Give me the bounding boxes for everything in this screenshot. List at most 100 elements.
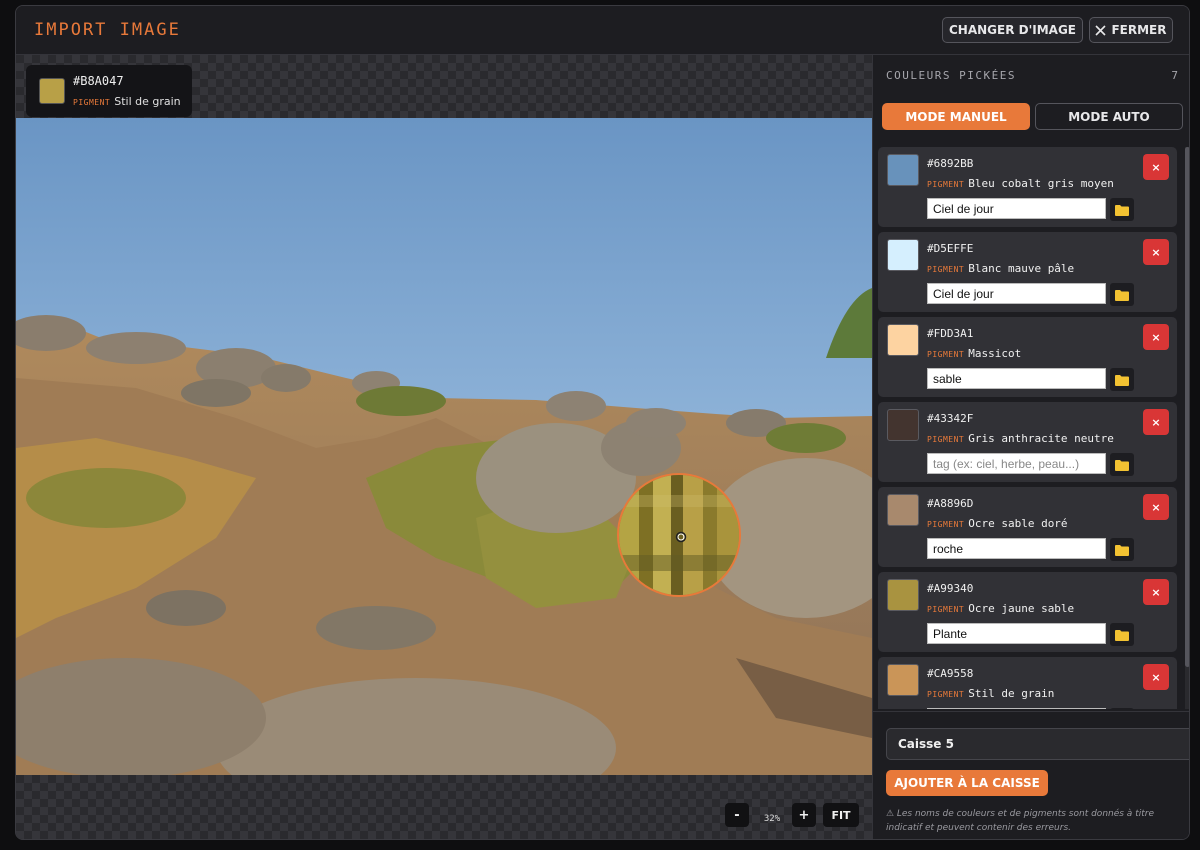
- pigment-label: PIGMENT: [927, 435, 965, 444]
- color-tag-input[interactable]: [927, 453, 1106, 474]
- pigment-name: Stil de grain: [968, 687, 1055, 700]
- color-swatch[interactable]: [887, 409, 919, 441]
- color-hex: #D5EFFE: [927, 242, 974, 255]
- color-hex: #A99340: [927, 582, 974, 595]
- pigment-label: PIGMENT: [927, 605, 965, 614]
- picked-color-card[interactable]: #D5EFFE PIGMENT Blanc mauve pâle ×: [878, 232, 1177, 312]
- picked-color-card[interactable]: #43342F PIGMENT Gris anthracite neutre ×: [878, 402, 1177, 482]
- folder-icon: [1115, 204, 1129, 216]
- tag-folder-button[interactable]: [1110, 283, 1134, 306]
- source-photo[interactable]: [16, 118, 872, 775]
- pigment-label: PIGMENT: [927, 520, 965, 529]
- folder-icon: [1115, 289, 1129, 301]
- color-hex: #A8896D: [927, 497, 974, 510]
- disclaimer-text: ⚠ Les noms de couleurs et de pigments so…: [886, 809, 1154, 833]
- picked-color-card[interactable]: #A8896D PIGMENT Ocre sable doré ×: [878, 487, 1177, 567]
- tag-folder-button[interactable]: [1110, 623, 1134, 646]
- import-image-modal: IMPORT IMAGE CHANGER D'IMAGE FERMER #B8A…: [15, 5, 1190, 840]
- hover-pigment-name: Stil de grain: [114, 95, 181, 108]
- pigment-name: Blanc mauve pâle: [968, 262, 1075, 275]
- zoom-fit-button[interactable]: FIT: [823, 803, 859, 827]
- pigment-label: PIGMENT: [927, 350, 965, 359]
- tag-folder-button[interactable]: [1110, 453, 1134, 476]
- color-pigment: PIGMENT Bleu cobalt gris moyen: [927, 177, 1114, 190]
- color-swatch[interactable]: [887, 579, 919, 611]
- hover-color-info: #B8A047 PIGMENT Stil de grain: [26, 65, 192, 117]
- hover-color-swatch: [39, 78, 65, 104]
- change-image-button[interactable]: CHANGER D'IMAGE: [942, 17, 1083, 43]
- color-hex: #43342F: [927, 412, 974, 425]
- picked-colors-count: 7: [1171, 69, 1178, 82]
- modal-title: IMPORT IMAGE: [34, 20, 181, 40]
- delete-color-button[interactable]: ×: [1143, 494, 1169, 520]
- pigment-label: PIGMENT: [927, 265, 965, 274]
- picked-color-card[interactable]: #FDD3A1 PIGMENT Massicot ×: [878, 317, 1177, 397]
- close-icon: [1095, 24, 1107, 36]
- pigment-label: PIGMENT: [927, 690, 965, 699]
- pigment-name: Ocre sable doré: [968, 517, 1068, 530]
- tag-folder-button[interactable]: [1110, 538, 1134, 561]
- zoom-in-button[interactable]: +: [792, 803, 816, 827]
- pigment-name: Massicot: [968, 347, 1022, 360]
- magnifier-loupe: [617, 473, 741, 597]
- folder-icon: [1115, 629, 1129, 641]
- color-tag-input[interactable]: [927, 538, 1106, 559]
- crate-select[interactable]: Caisse 5: [886, 728, 1189, 760]
- color-tag-input[interactable]: [927, 368, 1106, 389]
- color-pigment: PIGMENT Massicot: [927, 347, 1021, 360]
- color-pigment: PIGMENT Blanc mauve pâle: [927, 262, 1074, 275]
- color-pigment: PIGMENT Gris anthracite neutre: [927, 432, 1114, 445]
- hover-pigment: PIGMENT Stil de grain: [73, 95, 181, 108]
- delete-color-button[interactable]: ×: [1143, 579, 1169, 605]
- add-to-crate-button[interactable]: AJOUTER À LA CAISSE: [886, 770, 1048, 796]
- picked-color-card[interactable]: #CA9558 PIGMENT Stil de grain ×: [878, 657, 1177, 709]
- tag-folder-button[interactable]: [1110, 368, 1134, 391]
- close-button[interactable]: FERMER: [1089, 17, 1173, 43]
- picked-color-card[interactable]: #6892BB PIGMENT Bleu cobalt gris moyen ×: [878, 147, 1177, 227]
- delete-color-button[interactable]: ×: [1143, 664, 1169, 690]
- pigment-label: PIGMENT: [927, 180, 965, 189]
- pigment-name: Gris anthracite neutre: [968, 432, 1114, 445]
- delete-color-button[interactable]: ×: [1143, 154, 1169, 180]
- color-pigment: PIGMENT Stil de grain: [927, 687, 1054, 700]
- color-swatch[interactable]: [887, 239, 919, 271]
- color-swatch[interactable]: [887, 664, 919, 696]
- picked-colors-list[interactable]: #6892BBPIGMENTBleu cobalt gris moyen×#D5…: [878, 147, 1184, 709]
- folder-icon: [1115, 544, 1129, 556]
- color-tag-input[interactable]: [927, 708, 1106, 709]
- color-hex: #CA9558: [927, 667, 974, 680]
- close-button-label: FERMER: [1111, 23, 1167, 37]
- zoom-out-button[interactable]: -: [725, 803, 749, 827]
- tag-folder-button[interactable]: [1110, 198, 1134, 221]
- image-canvas[interactable]: #B8A047 PIGMENT Stil de grain - 32% + FI…: [16, 55, 872, 839]
- delete-color-button[interactable]: ×: [1143, 239, 1169, 265]
- color-tag-input[interactable]: [927, 198, 1106, 219]
- color-swatch[interactable]: [887, 154, 919, 186]
- list-scrollbar-thumb[interactable]: [1185, 147, 1189, 667]
- folder-icon: [1115, 459, 1129, 471]
- color-tag-input[interactable]: [927, 623, 1106, 644]
- modal-header: IMPORT IMAGE CHANGER D'IMAGE FERMER: [16, 6, 1189, 55]
- mode-auto-button[interactable]: MODE AUTO: [1035, 103, 1183, 130]
- color-hex: #6892BB: [927, 157, 974, 170]
- color-hex: #FDD3A1: [927, 327, 974, 340]
- delete-color-button[interactable]: ×: [1143, 324, 1169, 350]
- picked-colors-title: COULEURS PICKÉES: [886, 69, 1016, 82]
- folder-icon: [1115, 374, 1129, 386]
- pigment-name: Ocre jaune sable: [968, 602, 1075, 615]
- picked-color-card[interactable]: #A99340 PIGMENT Ocre jaune sable ×: [878, 572, 1177, 652]
- tag-folder-button[interactable]: [1110, 708, 1134, 709]
- zoom-level: 32%: [763, 814, 781, 824]
- mode-manual-button[interactable]: MODE MANUEL: [882, 103, 1030, 130]
- delete-color-button[interactable]: ×: [1143, 409, 1169, 435]
- color-swatch[interactable]: [887, 324, 919, 356]
- color-pigment: PIGMENT Ocre sable doré: [927, 517, 1068, 530]
- hover-pigment-label: PIGMENT: [73, 98, 111, 107]
- color-pigment: PIGMENT Ocre jaune sable: [927, 602, 1074, 615]
- color-tag-input[interactable]: [927, 283, 1106, 304]
- crate-section: Caisse 5 AJOUTER À LA CAISSE ⚠ Les noms …: [873, 711, 1189, 839]
- hover-color-hex: #B8A047: [73, 74, 124, 88]
- picked-colors-panel: COULEURS PICKÉES 7 MODE MANUEL MODE AUTO…: [872, 55, 1189, 839]
- pigment-name: Bleu cobalt gris moyen: [968, 177, 1114, 190]
- color-swatch[interactable]: [887, 494, 919, 526]
